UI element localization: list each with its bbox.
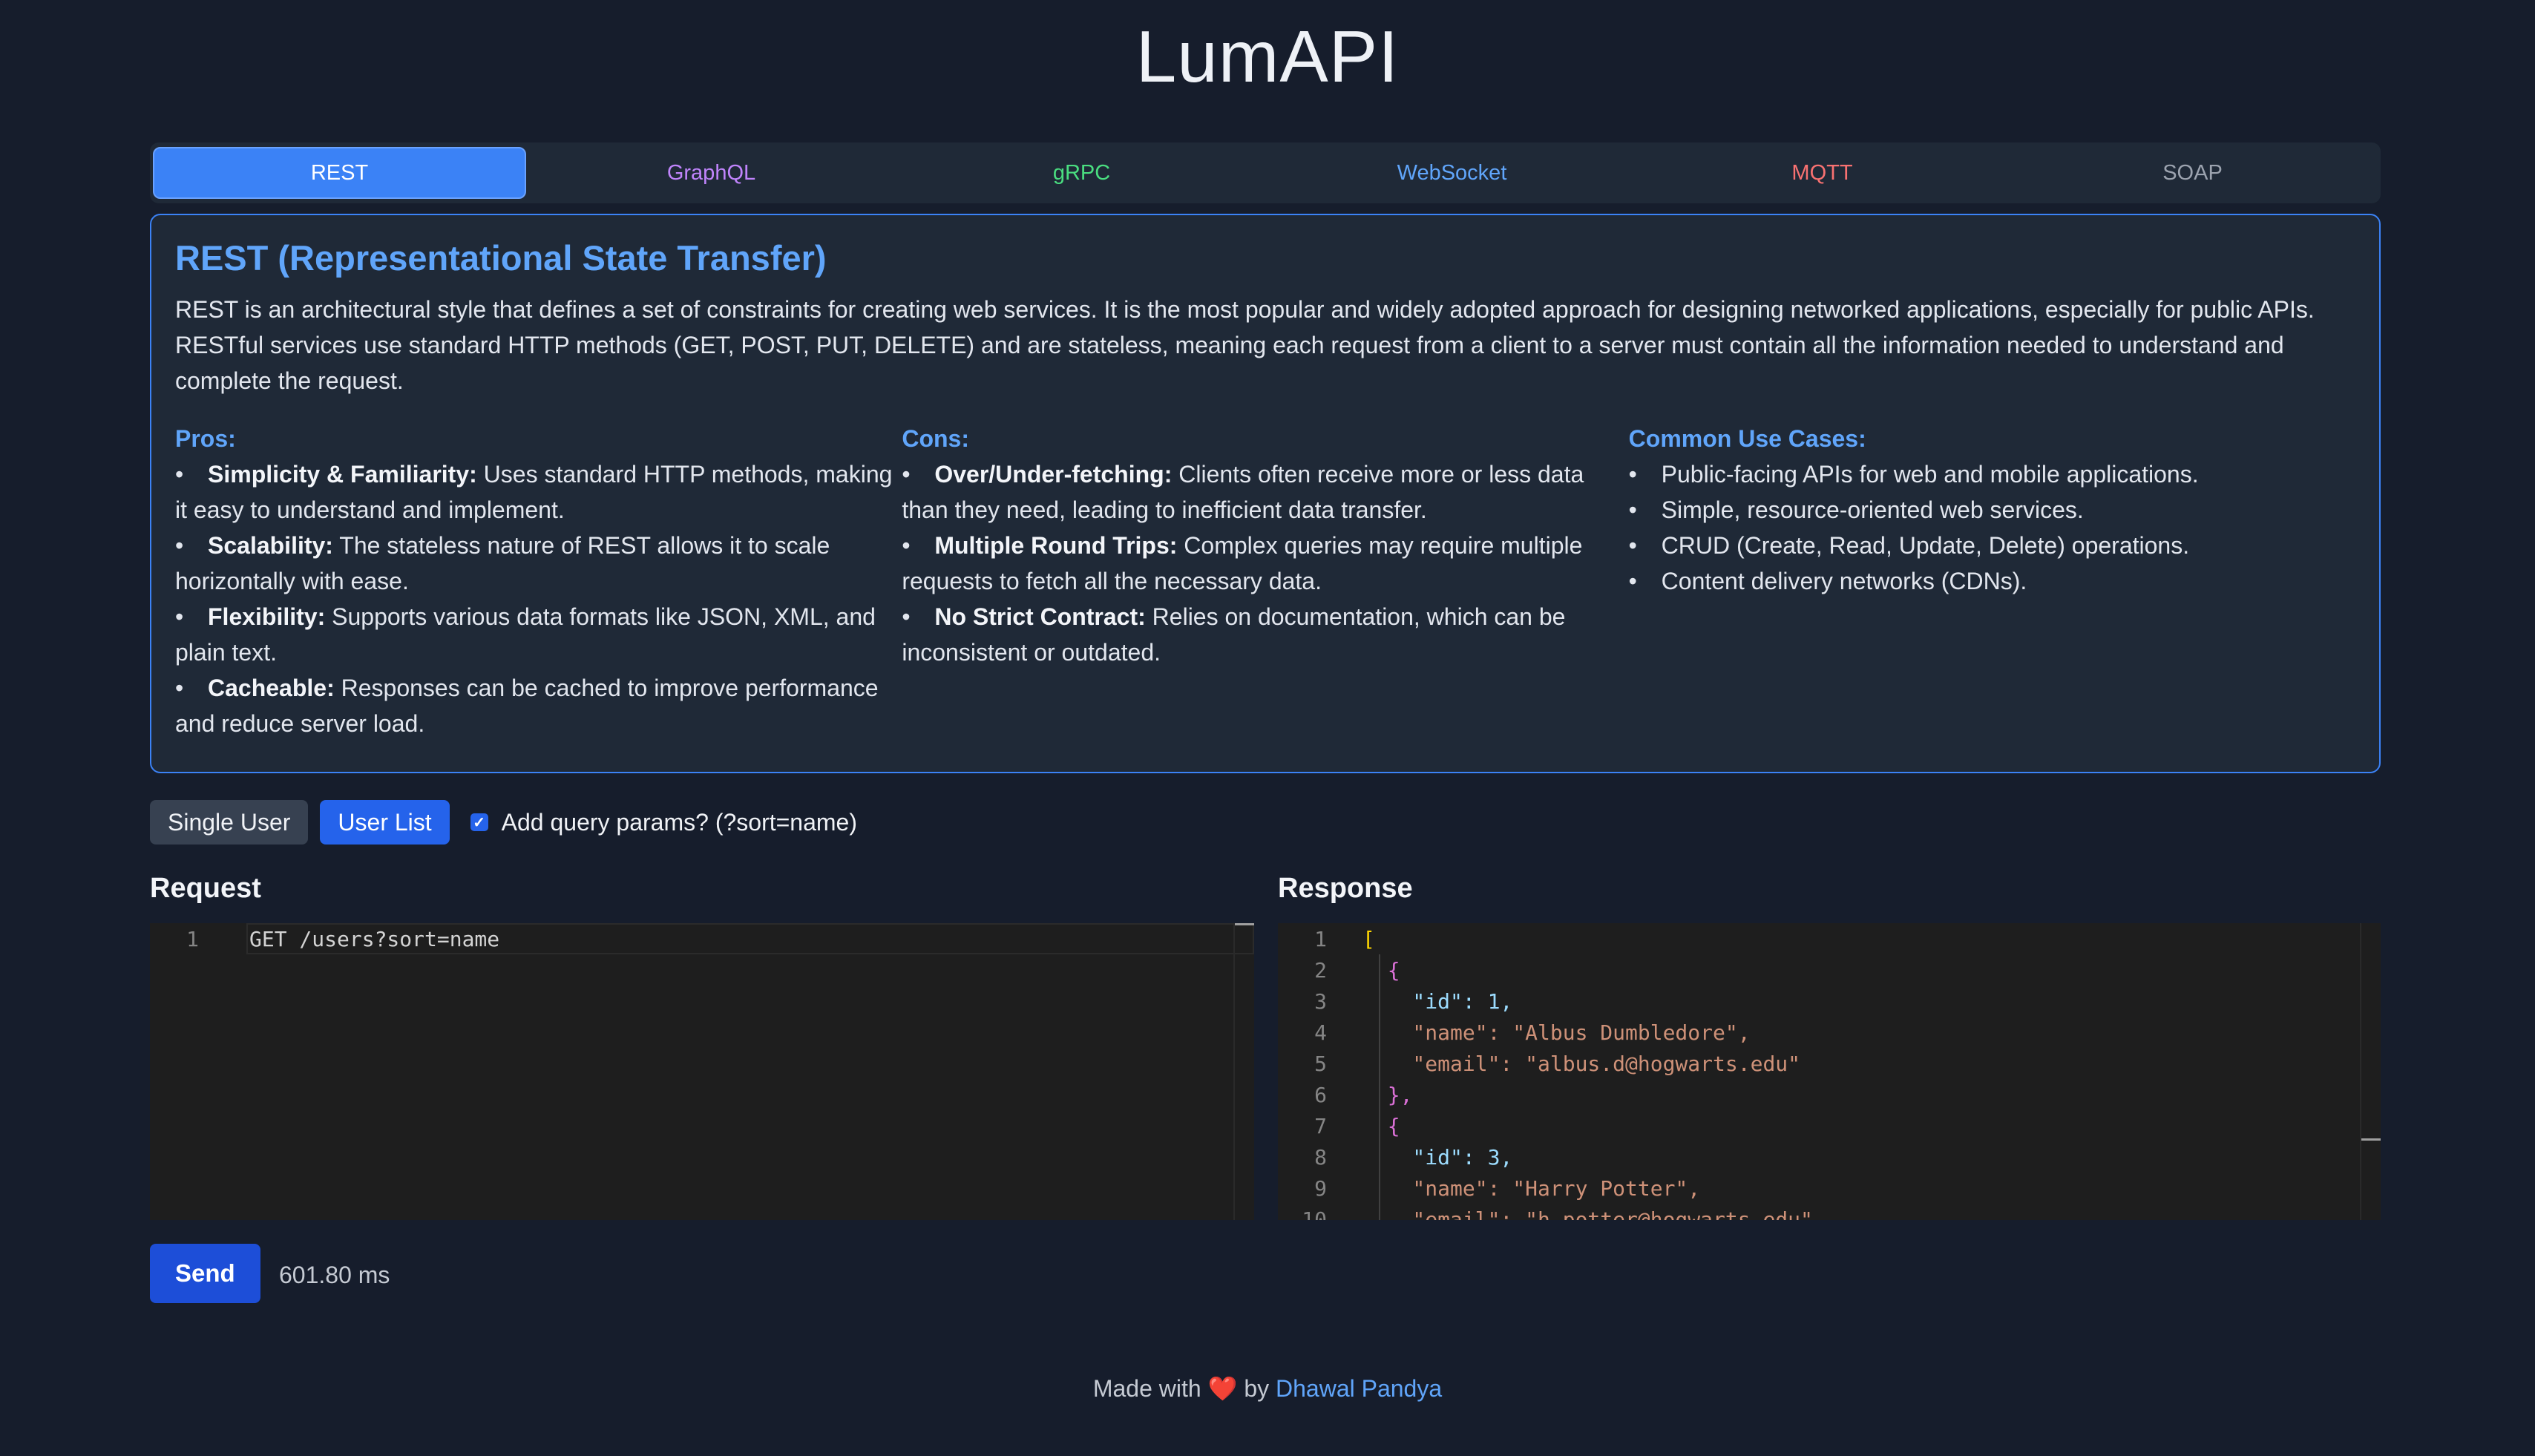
line-number: 8 — [1314, 1144, 1327, 1170]
item-bold: No Strict Contract: — [934, 603, 1146, 630]
tab-label: gRPC — [1052, 160, 1111, 185]
list-item: • Multiple Round Trips: Complex queries m… — [902, 532, 1583, 594]
response-scrollbar[interactable] — [2360, 923, 2381, 1220]
tab-graphql[interactable]: GraphQL — [526, 147, 896, 199]
item-text: Simple, resource-oriented web services. — [1661, 496, 2084, 523]
protocol-tabs: REST GraphQL gRPC WebSocket MQTT SOAP — [150, 142, 2381, 203]
response-line: "name": "Albus Dumbledore", — [1362, 1020, 1751, 1045]
line-number: 1 — [1314, 926, 1327, 951]
tab-label: SOAP — [2162, 160, 2223, 185]
pros-title: Pros: — [175, 425, 236, 452]
footer-by: by — [1244, 1375, 1270, 1402]
response-line: "id": 1, — [1362, 988, 1513, 1014]
list-item: • Scalability: The stateless nature of RE… — [175, 532, 830, 594]
query-params-toggle[interactable]: ✓ Add query params? (?sort=name) — [470, 809, 857, 836]
footer: Made with ❤️ by Dhawal Pandya — [0, 1374, 2535, 1403]
tab-grpc[interactable]: gRPC — [896, 147, 1267, 199]
response-line: { — [1362, 1113, 1400, 1138]
response-line: }, — [1362, 1082, 1413, 1107]
scrollbar-marker — [2361, 1138, 2381, 1141]
list-item: • Cacheable: Responses can be cached to i… — [175, 675, 879, 737]
footer-prefix: Made with — [1092, 1375, 1201, 1402]
list-item: • Simplicity & Familiarity: Uses standard… — [175, 461, 893, 523]
tab-soap[interactable]: SOAP — [2007, 147, 2378, 199]
line-number: 6 — [1314, 1082, 1327, 1107]
pros-column: Pros: • Simplicity & Familiarity: Uses st… — [175, 421, 902, 741]
heart-icon: ❤️ — [1207, 1375, 1238, 1402]
request-line: GET /users?sort=name — [249, 926, 500, 951]
list-item: • Over/Under-fetching: Clients often rece… — [902, 461, 1584, 523]
tab-label: WebSocket — [1397, 160, 1507, 185]
tab-rest[interactable]: REST — [153, 147, 526, 199]
response-line: [ — [1362, 926, 1375, 951]
list-item: • Flexibility: Supports various data form… — [175, 603, 876, 666]
query-params-label: Add query params? (?sort=name) — [501, 808, 857, 836]
list-item: • Public-facing APIs for web and mobile a… — [1628, 461, 2199, 488]
protocol-info-card: REST (Representational State Transfer) R… — [150, 214, 2381, 773]
tab-label: GraphQL — [666, 160, 756, 185]
request-scrollbar[interactable] — [1233, 923, 1254, 1220]
response-line: "id": 3, — [1362, 1144, 1513, 1170]
cons-column: Cons: • Over/Under-fetching: Clients ofte… — [902, 421, 1628, 741]
line-number: 1 — [186, 926, 199, 951]
response-time: 601.80 ms — [279, 1262, 390, 1288]
single-user-button[interactable]: Single User — [150, 800, 309, 845]
indent-guide — [1379, 954, 1380, 1220]
item-bold: Simplicity & Familiarity: — [208, 461, 477, 488]
cons-title: Cons: — [902, 425, 969, 452]
response-line: "email": "h.potter@hogwarts.edu" — [1362, 1207, 1813, 1221]
item-bold: Flexibility: — [208, 603, 326, 630]
use-cases-column: Common Use Cases: • Public-facing APIs fo… — [1629, 421, 2355, 741]
response-line: { — [1362, 957, 1400, 983]
request-controls: Single User User List ✓ Add query params… — [150, 800, 857, 845]
line-number: 2 — [1314, 957, 1327, 983]
tab-websocket[interactable]: WebSocket — [1267, 147, 1637, 199]
line-number: 5 — [1314, 1051, 1327, 1076]
item-text: CRUD (Create, Read, Update, Delete) oper… — [1661, 532, 2190, 559]
item-bold: Multiple Round Trips: — [934, 532, 1178, 559]
list-item: • Simple, resource-oriented web services. — [1628, 496, 2084, 523]
item-text: Public-facing APIs for web and mobile ap… — [1661, 461, 2199, 488]
response-line: "name": "Harry Potter", — [1362, 1175, 1701, 1201]
item-text: Content delivery networks (CDNs). — [1661, 568, 2027, 594]
line-number: 9 — [1314, 1175, 1327, 1201]
protocol-description: REST is an architectural style that defi… — [175, 296, 2315, 394]
user-list-button[interactable]: User List — [320, 800, 450, 845]
list-item: • Content delivery networks (CDNs). — [1628, 568, 2027, 594]
tab-label: REST — [310, 160, 369, 185]
use-cases-title: Common Use Cases: — [1628, 425, 1866, 452]
response-editor[interactable]: 1 [ 2 { 3 "id": 1, 4 "name": "Albus Dumbl… — [1278, 923, 2381, 1220]
tab-mqtt[interactable]: MQTT — [1637, 147, 2007, 199]
checkbox-checked-icon[interactable]: ✓ — [470, 813, 488, 831]
response-line: "email": "albus.d@hogwarts.edu" — [1362, 1051, 1801, 1076]
response-label: Response — [1278, 873, 1413, 904]
item-bold: Scalability: — [208, 532, 333, 559]
app-title: LumAPI — [1135, 16, 1400, 97]
tab-label: MQTT — [1791, 160, 1853, 185]
protocol-heading: REST (Representational State Transfer) — [175, 238, 827, 278]
item-bold: Cacheable: — [208, 675, 335, 701]
list-item: • No Strict Contract: Relies on documenta… — [902, 603, 1566, 666]
line-number: 10 — [1302, 1207, 1327, 1221]
author-link[interactable]: Dhawal Pandya — [1276, 1375, 1442, 1402]
line-number: 7 — [1314, 1113, 1327, 1138]
request-label: Request — [150, 873, 261, 904]
request-editor[interactable]: 1 GET /users?sort=name — [150, 923, 1254, 1220]
list-item: • CRUD (Create, Read, Update, Delete) ope… — [1628, 532, 2190, 559]
item-bold: Over/Under-fetching: — [934, 461, 1173, 488]
send-button[interactable]: Send — [150, 1244, 260, 1303]
line-number: 3 — [1314, 988, 1327, 1014]
line-number: 4 — [1314, 1020, 1327, 1045]
